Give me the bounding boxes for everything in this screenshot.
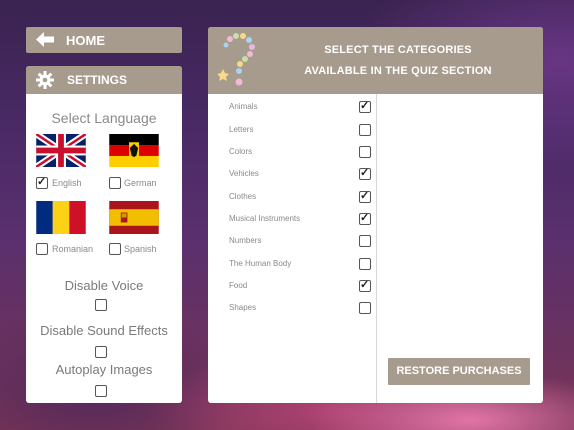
german-label: German (124, 178, 157, 188)
category-checkbox-vehicles[interactable] (359, 166, 371, 180)
categories-title-line1: SELECT THE CATEGORIES (324, 44, 472, 56)
romanian-label: Romanian (52, 244, 94, 254)
select-language-label: Select Language (51, 110, 157, 126)
category-label-colors: Colors (229, 147, 253, 156)
category-label-shapes: Shapes (229, 303, 257, 312)
category-checkbox-clothes[interactable] (359, 189, 371, 203)
category-label-clothes: Clothes (229, 192, 257, 201)
category-checkbox-musical-instruments[interactable] (359, 211, 371, 225)
settings-panel: SETTINGS Select Language ✓ English Germa… (26, 66, 182, 403)
autoplay-images-label: Autoplay Images (55, 362, 153, 377)
divider (376, 94, 377, 403)
german-checkbox[interactable] (109, 177, 121, 189)
spain-flag[interactable] (109, 201, 159, 234)
restore-purchases-button[interactable]: RESTORE PURCHASES (388, 358, 530, 385)
category-label-animals: Animals (229, 102, 258, 111)
germany-flag[interactable] (109, 134, 159, 167)
categories-panel: SELECT THE CATEGORIES AVAILABLE IN THE Q… (208, 27, 543, 403)
category-label-vehicles: Vehicles (229, 169, 259, 178)
categories-header: SELECT THE CATEGORIES AVAILABLE IN THE Q… (208, 27, 543, 94)
category-label-numbers: Numbers (229, 236, 262, 245)
english-checkbox[interactable] (36, 175, 48, 189)
spanish-label: Spanish (124, 244, 157, 254)
uk-flag[interactable] (34, 131, 88, 170)
category-label-human-body: The Human Body (229, 259, 292, 268)
category-checkbox-colors[interactable] (359, 146, 371, 158)
category-checkbox-numbers[interactable] (359, 235, 371, 247)
autoplay-images-checkbox[interactable] (95, 385, 107, 397)
category-label-food: Food (229, 281, 248, 290)
romanian-checkbox[interactable] (36, 243, 48, 255)
disable-sound-effects-label: Disable Sound Effects (40, 323, 168, 338)
gear-icon (36, 71, 54, 94)
settings-header: SETTINGS (26, 66, 182, 94)
category-checkbox-human-body[interactable] (359, 258, 371, 270)
home-button[interactable]: HOME (26, 27, 182, 53)
category-checkbox-shapes[interactable] (359, 302, 371, 314)
category-checkbox-letters[interactable] (359, 124, 371, 136)
spanish-checkbox[interactable] (109, 243, 121, 255)
home-label: HOME (66, 33, 105, 48)
categories-title-line2: AVAILABLE IN THE QUIZ SECTION (304, 65, 492, 77)
category-label-musical-instruments: Musical Instruments (229, 214, 301, 223)
disable-voice-checkbox[interactable] (95, 299, 107, 311)
disable-voice-label: Disable Voice (64, 278, 144, 293)
english-label: English (52, 178, 82, 188)
category-checkbox-food[interactable] (359, 278, 371, 292)
back-arrow-icon (36, 32, 54, 50)
category-checkbox-animals[interactable] (359, 99, 371, 113)
question-mark-icon (217, 31, 260, 94)
category-label-letters: Letters (229, 125, 254, 134)
romania-flag[interactable] (36, 201, 86, 234)
disable-sound-effects-checkbox[interactable] (95, 346, 107, 358)
settings-title: SETTINGS (67, 73, 128, 87)
